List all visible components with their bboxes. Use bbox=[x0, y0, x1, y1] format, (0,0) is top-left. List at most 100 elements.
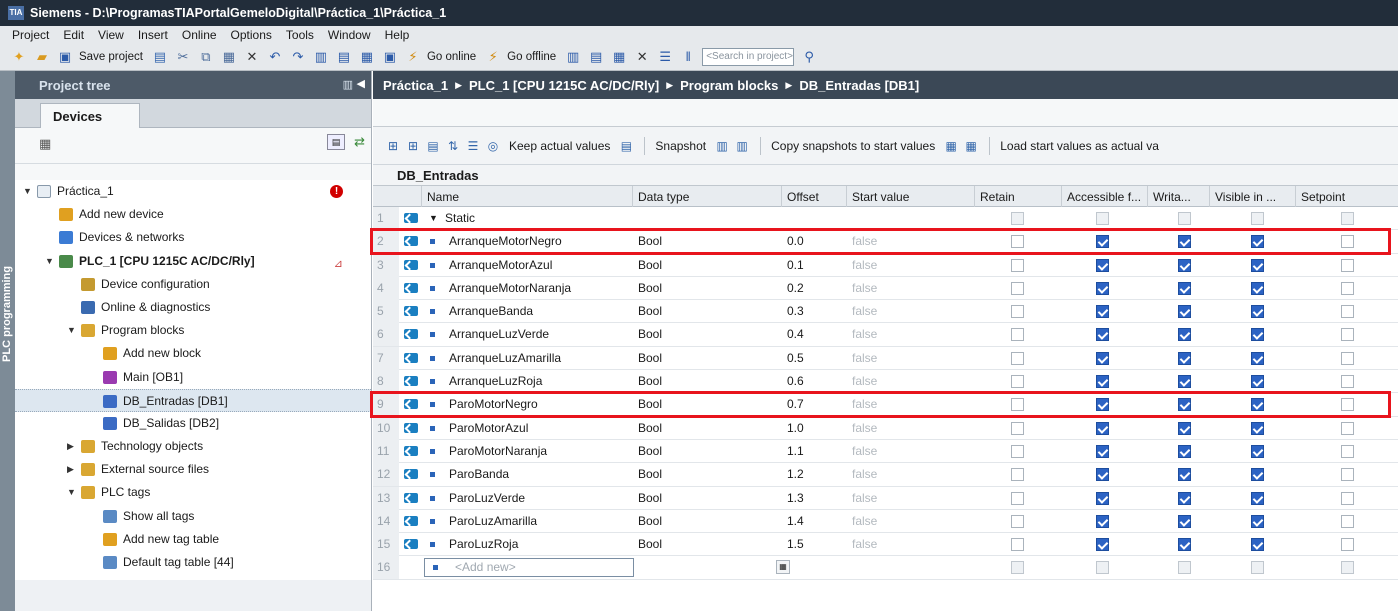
checkbox[interactable] bbox=[1341, 538, 1354, 552]
data-type[interactable]: Bool bbox=[638, 254, 662, 277]
checkbox[interactable] bbox=[1251, 421, 1264, 435]
go-offline-button[interactable]: Go offline bbox=[507, 51, 556, 63]
tag-name[interactable]: ParoLuzVerde bbox=[449, 487, 525, 510]
column-header[interactable]: Retain bbox=[980, 190, 1060, 204]
breadcrumb-item[interactable]: DB_Entradas [DB1] bbox=[799, 78, 919, 93]
menu-item-help[interactable]: Help bbox=[385, 28, 410, 42]
tag-name[interactable]: ParoLuzRoja bbox=[449, 533, 518, 556]
menu-item-online[interactable]: Online bbox=[182, 28, 217, 42]
tree-item[interactable]: Device configuration bbox=[15, 273, 371, 296]
data-type[interactable]: Bool bbox=[638, 370, 662, 393]
tree-item[interactable]: Main [OB1] bbox=[15, 366, 371, 389]
tag-name[interactable]: ArranqueBanda bbox=[449, 300, 533, 323]
checkbox[interactable] bbox=[1096, 468, 1109, 482]
menu-item-project[interactable]: Project bbox=[12, 28, 49, 42]
data-type[interactable]: Bool bbox=[638, 463, 662, 486]
checkbox[interactable] bbox=[1011, 561, 1024, 575]
tree-item[interactable]: ▶ Technology objects bbox=[15, 435, 371, 458]
checkbox[interactable] bbox=[1251, 281, 1264, 295]
checkbox[interactable] bbox=[1341, 212, 1354, 225]
checkbox[interactable] bbox=[1178, 258, 1191, 272]
snapshot-button[interactable]: Snapshot bbox=[655, 139, 706, 153]
column-header[interactable]: Start value bbox=[852, 190, 972, 204]
tree-item[interactable]: DB_Salidas [DB2] bbox=[15, 412, 371, 435]
pin-panel-icon[interactable]: ▥ bbox=[343, 78, 353, 91]
save-icon[interactable]: ▣ bbox=[56, 48, 74, 66]
tree-item[interactable]: Add new block bbox=[15, 342, 371, 365]
tree-expand-icon[interactable]: ▼ bbox=[67, 481, 77, 504]
add-row-icon[interactable]: ⊞ bbox=[405, 138, 421, 154]
start-value[interactable]: false bbox=[852, 230, 877, 253]
checkbox[interactable] bbox=[1251, 351, 1264, 365]
reset-start-values-icon[interactable]: ⇅ bbox=[445, 138, 461, 154]
column-divider[interactable] bbox=[974, 186, 975, 207]
start-value[interactable]: false bbox=[852, 417, 877, 440]
cut-icon[interactable]: ✂ bbox=[174, 48, 192, 66]
copy-snapshots-button[interactable]: Copy snapshots to start values bbox=[771, 139, 935, 153]
checkbox[interactable] bbox=[1011, 398, 1024, 412]
checkbox[interactable] bbox=[1251, 444, 1264, 458]
column-header[interactable]: Name bbox=[427, 190, 627, 204]
tree-expand-icon[interactable]: ▼ bbox=[23, 180, 33, 203]
checkbox[interactable] bbox=[1178, 421, 1191, 435]
go-offline-icon[interactable]: ⚡ bbox=[484, 48, 502, 66]
checkbox[interactable] bbox=[1011, 444, 1024, 458]
checkbox[interactable] bbox=[1178, 444, 1191, 458]
tree-item[interactable]: ▼ PLC tags bbox=[15, 481, 371, 504]
show-overview-icon[interactable]: ▤ bbox=[327, 134, 345, 150]
tree-item[interactable]: Add new tag table bbox=[15, 528, 371, 551]
checkbox[interactable] bbox=[1341, 398, 1354, 412]
checkbox[interactable] bbox=[1251, 375, 1264, 389]
keep-actual-values-button[interactable]: Keep actual values bbox=[509, 139, 610, 153]
search-binoculars-icon[interactable]: ⚲ bbox=[800, 48, 818, 66]
checkbox[interactable] bbox=[1096, 328, 1109, 342]
column-divider[interactable] bbox=[421, 186, 422, 207]
column-divider[interactable] bbox=[1295, 186, 1296, 207]
tree-item[interactable]: Default tag table [44] bbox=[15, 551, 371, 574]
keep-actual-values-icon[interactable]: ▤ bbox=[618, 138, 634, 154]
menu-item-insert[interactable]: Insert bbox=[138, 28, 168, 42]
column-divider[interactable] bbox=[1147, 186, 1148, 207]
checkbox[interactable] bbox=[1251, 328, 1264, 342]
tree-item[interactable]: Show all tags bbox=[15, 505, 371, 528]
checkbox[interactable] bbox=[1178, 561, 1191, 575]
checkbox[interactable] bbox=[1341, 444, 1354, 458]
accessible-devices-icon[interactable]: ▥ bbox=[564, 48, 582, 66]
checkbox[interactable] bbox=[1251, 561, 1264, 575]
tree-expand-icon[interactable]: ▶ bbox=[67, 458, 77, 481]
column-divider[interactable] bbox=[781, 186, 782, 207]
column-divider[interactable] bbox=[846, 186, 847, 207]
add-new-type-button[interactable]: ▦ bbox=[776, 560, 790, 575]
checkbox[interactable] bbox=[1251, 538, 1264, 552]
column-header[interactable]: Visible in ... bbox=[1215, 190, 1297, 204]
tree-item[interactable]: Online & diagnostics bbox=[15, 296, 371, 319]
checkbox[interactable] bbox=[1096, 375, 1109, 389]
cross-reference-icon[interactable]: ▤ bbox=[587, 48, 605, 66]
tag-name[interactable]: ParoMotorNaranja bbox=[449, 440, 547, 463]
data-type[interactable]: Bool bbox=[638, 393, 662, 416]
tag-name[interactable]: ArranqueMotorNegro bbox=[449, 230, 562, 253]
tree-item[interactable]: ▼ PLC_1 [CPU 1215C AC/DC/Rly] ⊿ bbox=[15, 250, 371, 273]
checkbox[interactable] bbox=[1251, 258, 1264, 272]
column-divider[interactable] bbox=[632, 186, 633, 207]
checkbox[interactable] bbox=[1096, 281, 1109, 295]
checkbox[interactable] bbox=[1341, 421, 1354, 435]
menu-item-edit[interactable]: Edit bbox=[63, 28, 84, 42]
table-row[interactable]: 2 ArranqueMotorNegro Bool 0.0 false bbox=[373, 230, 1398, 254]
delete-icon[interactable]: ✕ bbox=[243, 48, 261, 66]
search-input[interactable]: <Search in project> bbox=[702, 48, 795, 66]
table-row[interactable]: 3 ArranqueMotorAzul Bool 0.1 false bbox=[373, 253, 1398, 277]
start-value[interactable]: false bbox=[852, 300, 877, 323]
tag-name[interactable]: ArranqueLuzAmarilla bbox=[449, 347, 561, 370]
checkbox[interactable] bbox=[1011, 351, 1024, 365]
checkbox[interactable] bbox=[1096, 305, 1109, 319]
column-header[interactable]: Writa... bbox=[1153, 190, 1211, 204]
checkbox[interactable] bbox=[1251, 514, 1264, 528]
data-type[interactable]: Bool bbox=[638, 347, 662, 370]
tag-name[interactable]: ArranqueMotorAzul bbox=[449, 254, 552, 277]
checkbox[interactable] bbox=[1096, 514, 1109, 528]
menu-item-view[interactable]: View bbox=[98, 28, 124, 42]
breadcrumb-item[interactable]: Program blocks bbox=[680, 78, 778, 93]
data-type[interactable]: Bool bbox=[638, 417, 662, 440]
data-type[interactable]: Bool bbox=[638, 300, 662, 323]
